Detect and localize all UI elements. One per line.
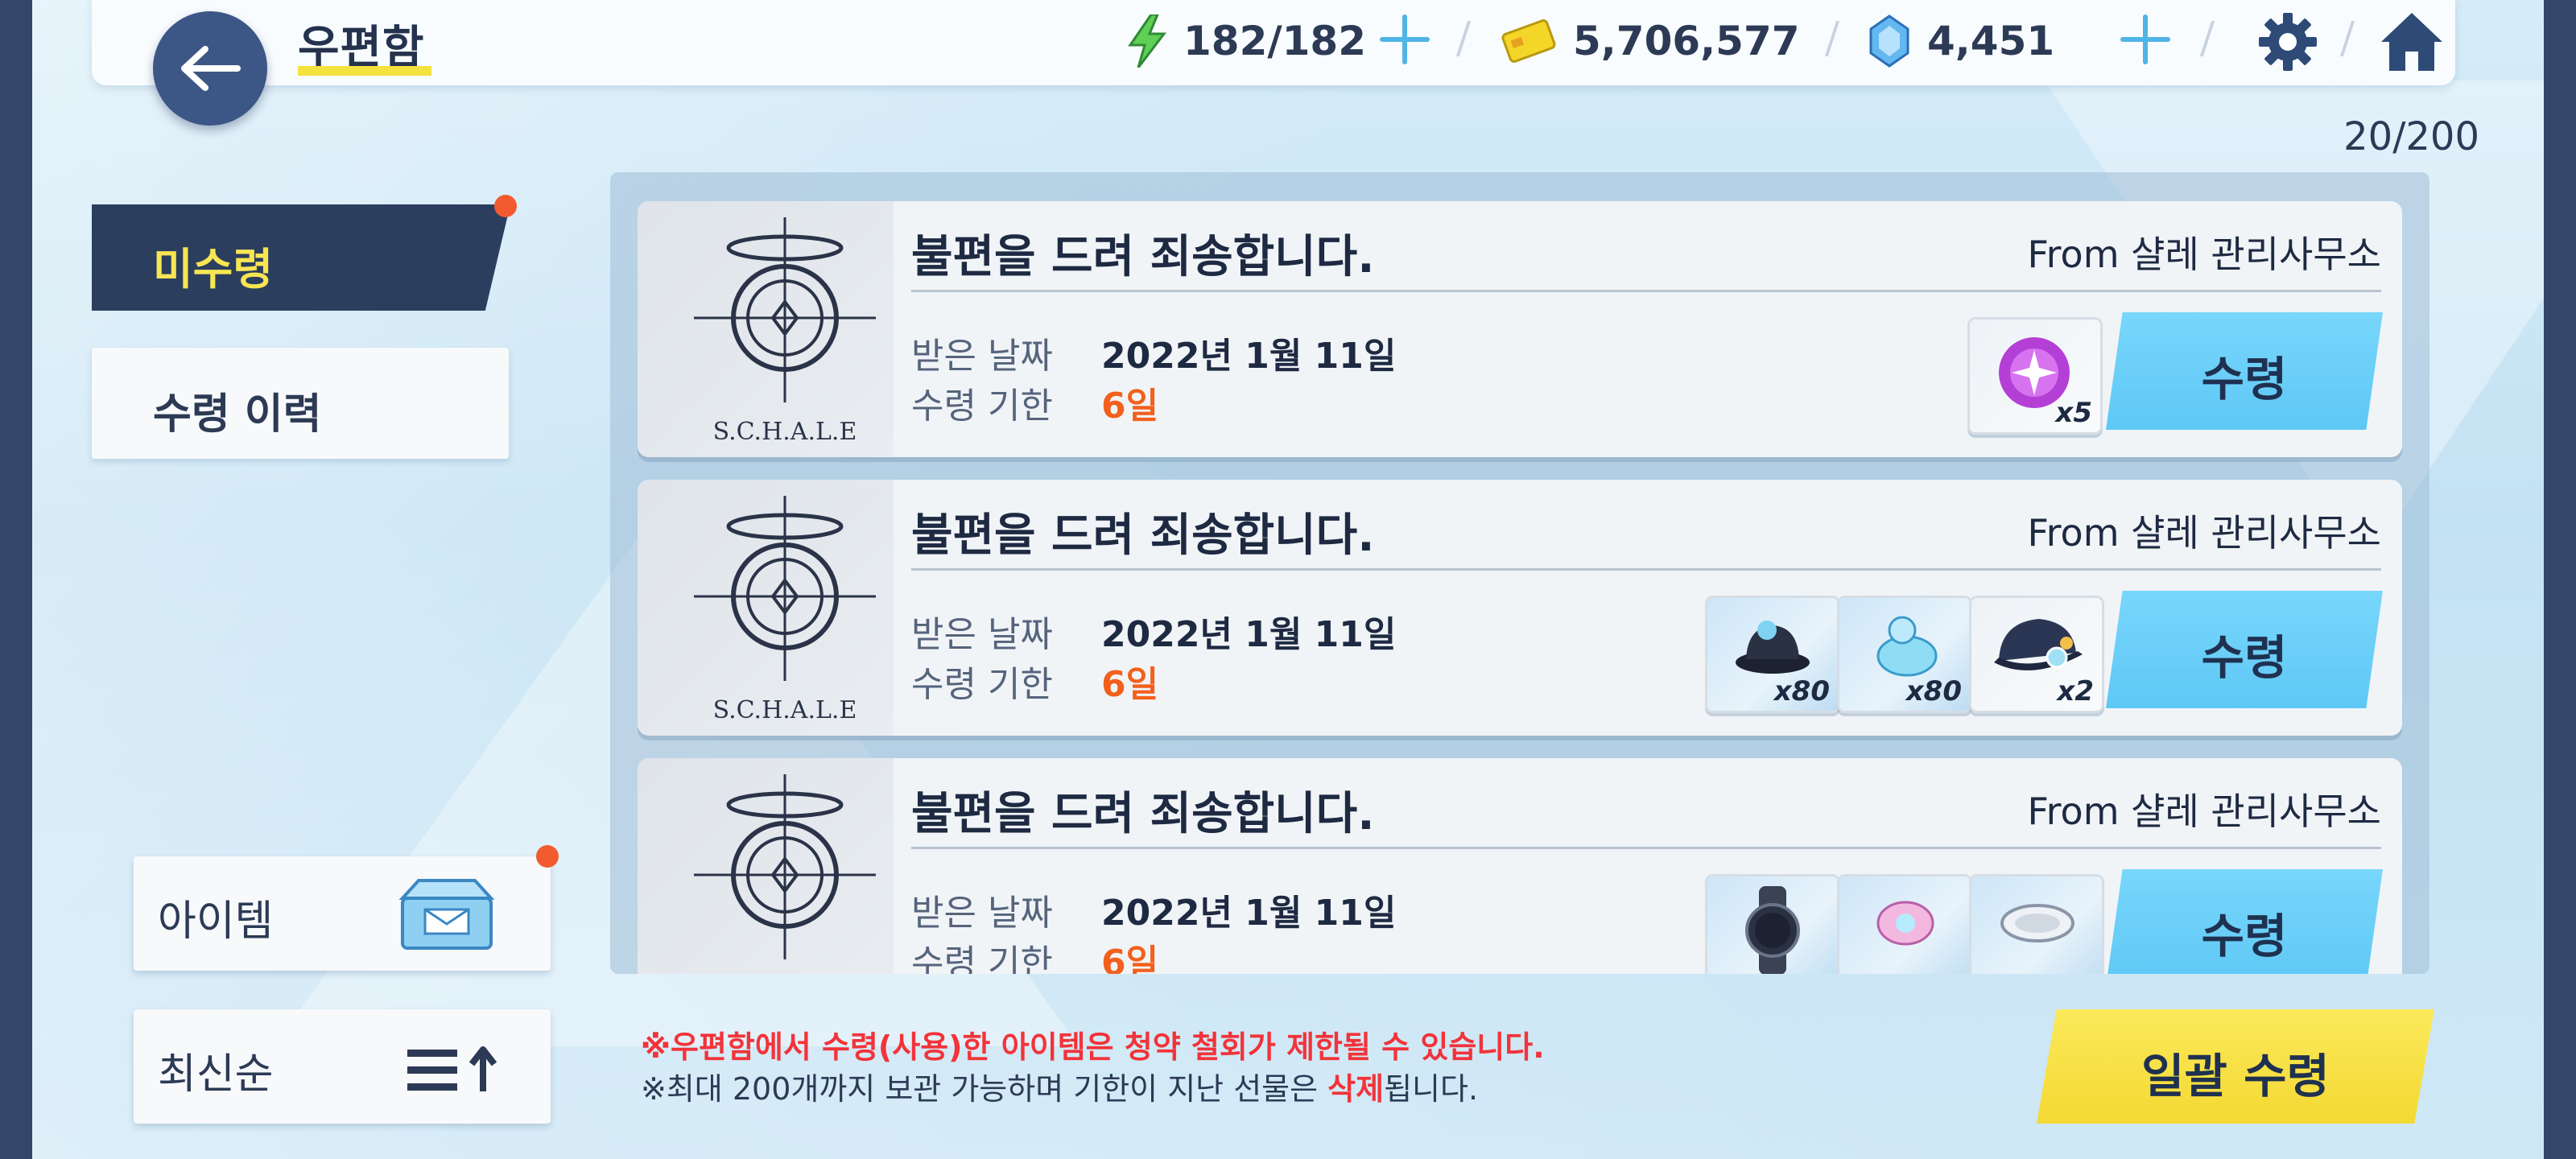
- received-date: 2022년 1월 11일: [1101, 336, 1397, 377]
- deadline-value: 6일: [1101, 386, 1159, 427]
- claim-label: 수령: [2201, 909, 2288, 963]
- mail-card: S.C.H.A.L.E 불편을 드려 죄송합니다. From 샬레 관리사무소 …: [638, 480, 2402, 736]
- gem-icon: [1869, 14, 1909, 68]
- reward-item[interactable]: x2: [1969, 596, 2104, 713]
- divider: [2199, 21, 2215, 56]
- received-date: 2022년 1월 11일: [1101, 614, 1397, 655]
- credits-value: 5,706,577: [1573, 18, 1800, 64]
- claim-all-label: 일괄 수령: [2141, 1049, 2330, 1103]
- svg-text:S.C.H.A.L.E: S.C.H.A.L.E: [713, 696, 857, 724]
- schale-logo: [638, 758, 894, 974]
- refund-notice: ※우편함에서 수령(사용)한 아이템은 청약 철회가 제한될 수 있습니다.: [641, 1029, 1545, 1065]
- hairpin-icon: [1876, 901, 1934, 946]
- title-underline: [298, 66, 431, 76]
- credit-card-icon: [1501, 19, 1556, 63]
- mail-card: 불편을 드려 죄송합니다. From 샬레 관리사무소 받은 날짜 2022년 …: [638, 758, 2402, 974]
- claim-button[interactable]: 수령: [2106, 869, 2383, 974]
- storage-notice-highlight: 삭제: [1327, 1071, 1385, 1107]
- pyroxene-plus-button[interactable]: [2117, 11, 2174, 68]
- tab-unclaimed-label: 미수령: [153, 244, 274, 295]
- claim-button[interactable]: 수령: [2106, 591, 2383, 708]
- notification-dot: [494, 195, 517, 217]
- mail-sender: From 샬레 관리사무소: [2027, 790, 2381, 833]
- schale-emblem-icon: S.C.H.A.L.E: [694, 217, 876, 446]
- hat-blueprint-icon: [1736, 621, 1810, 674]
- back-button[interactable]: [153, 11, 267, 126]
- divider: [2339, 21, 2355, 56]
- received-label: 받은 날짜: [911, 614, 1053, 655]
- storage-notice: ※최대 200개까지 보관 가능하며 기한이 지난 선물은 삭제됩니다.: [641, 1064, 1478, 1108]
- reward-item[interactable]: x80: [1705, 596, 1840, 713]
- sort-ascending-icon: [407, 1046, 497, 1091]
- tab-unclaimed[interactable]: 미수령: [92, 204, 510, 311]
- sort-button[interactable]: 최신순: [134, 1009, 551, 1124]
- claim-all-button[interactable]: 일괄 수령: [2037, 1009, 2434, 1124]
- home-icon[interactable]: [2378, 10, 2446, 74]
- item-quantity: x2: [2057, 675, 2094, 707]
- reward-item[interactable]: x80: [1837, 596, 1972, 713]
- divider: [1824, 21, 1840, 56]
- watch-icon: [1745, 886, 1800, 974]
- top-bar: 우편함 182/182 5,706,577 4,451: [92, 0, 2455, 85]
- schale-logo: S.C.H.A.L.E: [638, 201, 894, 457]
- mail-sender: From 샬레 관리사무소: [2027, 233, 2381, 276]
- mailbox-box-icon: [398, 879, 495, 950]
- received-label: 받은 날짜: [911, 336, 1053, 377]
- gear-icon[interactable]: [2257, 11, 2318, 72]
- ap-plus-button[interactable]: [1377, 11, 1433, 68]
- item-filter-label: 아이템: [158, 897, 274, 946]
- credits-display: 5,706,577: [1501, 13, 1800, 69]
- pyroxene-value: 4,451: [1927, 18, 2055, 64]
- mail-title: 불편을 드려 죄송합니다.: [911, 509, 1375, 562]
- item-filter-button[interactable]: 아이템: [134, 856, 551, 971]
- storage-notice-text: ※최대 200개까지 보관 가능하며 기한이 지난 선물은: [641, 1071, 1328, 1107]
- pyroxene-display: 4,451: [1868, 13, 2054, 69]
- back-arrow-icon: [181, 46, 241, 91]
- deadline-label: 수령 기한: [911, 942, 1053, 974]
- schale-logo: S.C.H.A.L.E: [638, 480, 894, 736]
- schale-emblem-icon: S.C.H.A.L.E: [694, 496, 876, 724]
- schale-emblem-icon: [694, 774, 876, 959]
- received-date: 2022년 1월 11일: [1101, 893, 1397, 934]
- mail-sender: From 샬레 관리사무소: [2027, 511, 2381, 555]
- tab-history[interactable]: 수령 이력: [92, 348, 509, 459]
- item-quantity: x80: [1905, 675, 1962, 707]
- gloves-blueprint-icon: [1876, 616, 1938, 677]
- ap-value: 182/182: [1183, 18, 1367, 64]
- divider: [1455, 21, 1472, 56]
- divider: [911, 847, 2381, 849]
- item-quantity: x80: [1773, 675, 1830, 707]
- mail-title: 불편을 드려 죄송합니다.: [911, 231, 1375, 283]
- charm-icon: [2000, 904, 2074, 942]
- divider: [911, 568, 2381, 571]
- claim-button[interactable]: 수령: [2106, 312, 2383, 430]
- item-quantity: x5: [2055, 397, 2092, 429]
- reward-item[interactable]: [1705, 874, 1840, 974]
- deadline-label: 수령 기한: [911, 386, 1053, 427]
- claim-label: 수령: [2201, 630, 2288, 685]
- storage-notice-suffix: 됩니다.: [1384, 1071, 1479, 1107]
- claim-label: 수령: [2201, 352, 2288, 406]
- notification-dot: [536, 845, 559, 868]
- deadline-value: 6일: [1101, 942, 1159, 974]
- mailbox-screen: 우편함 182/182 5,706,577 4,451 20/200 미수령 수…: [32, 0, 2544, 1159]
- mail-title: 불편을 드려 죄송합니다.: [911, 788, 1375, 840]
- mail-card: S.C.H.A.L.E 불편을 드려 죄송합니다. From 샬레 관리사무소 …: [638, 201, 2402, 457]
- sort-label: 최신순: [158, 1050, 274, 1099]
- reward-item[interactable]: x5: [1967, 317, 2103, 435]
- ap-display: 182/182: [1127, 13, 1366, 69]
- divider: [911, 290, 2381, 292]
- mail-list: S.C.H.A.L.E 불편을 드려 죄송합니다. From 샬레 관리사무소 …: [610, 172, 2429, 974]
- tab-history-label: 수령 이력: [153, 390, 322, 439]
- reward-item[interactable]: [1969, 874, 2104, 974]
- lightning-icon: [1128, 14, 1167, 68]
- deadline-label: 수령 기한: [911, 664, 1053, 705]
- reward-item[interactable]: [1837, 874, 1972, 974]
- received-label: 받은 날짜: [911, 893, 1053, 934]
- mail-count: 20/200: [2343, 114, 2479, 159]
- svg-text:S.C.H.A.L.E: S.C.H.A.L.E: [713, 418, 857, 446]
- deadline-value: 6일: [1101, 664, 1159, 705]
